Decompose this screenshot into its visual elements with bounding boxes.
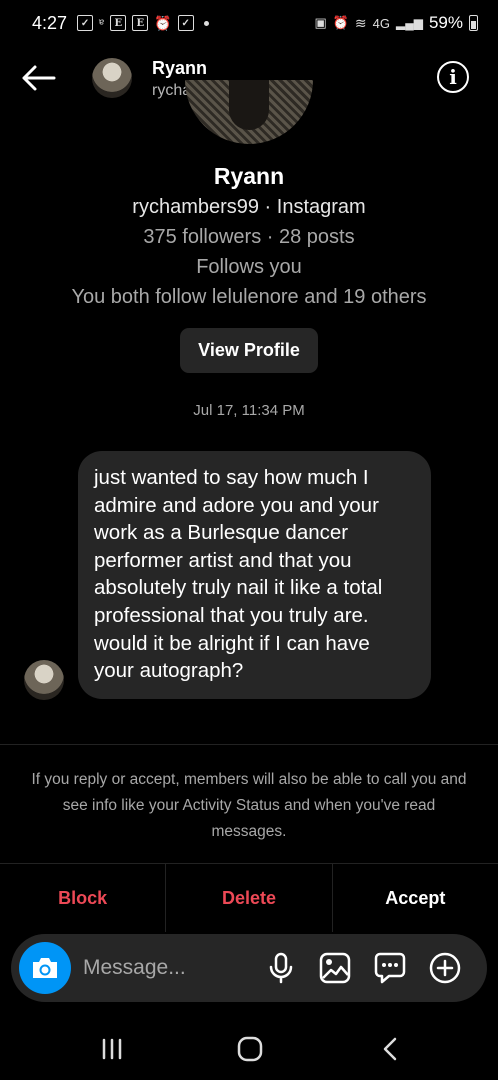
- block-button[interactable]: Block: [0, 864, 167, 932]
- status-right: ▣ ⏰ ≋ 4G ▂▄▆ 59%: [314, 13, 478, 33]
- message-composer: [11, 934, 487, 1002]
- status-bar: 4:27 ✓ ᵄ E E ⏰ ✓ ▣ ⏰ ≋ 4G ▂▄▆ 59%: [0, 0, 498, 46]
- sticker-chat-icon[interactable]: [372, 950, 408, 986]
- message-timestamp: Jul 17, 11:34 PM: [193, 402, 305, 419]
- system-nav-bar: [0, 1020, 498, 1080]
- profile-stats: 375 followers · 28 posts: [143, 226, 355, 248]
- gallery-icon[interactable]: [317, 950, 353, 986]
- battery-percent: 59%: [428, 13, 463, 32]
- profile-avatar: [185, 80, 313, 144]
- news-app-icon-2: E: [132, 15, 149, 31]
- alarm-icon: ⏰: [154, 14, 172, 31]
- request-actions: Block Delete Accept: [0, 864, 498, 932]
- message-input[interactable]: [83, 954, 253, 982]
- add-icon[interactable]: [427, 950, 463, 986]
- home-icon[interactable]: [230, 1034, 270, 1064]
- info-icon[interactable]: i: [437, 61, 469, 93]
- wifi-icon: ≋: [354, 14, 367, 31]
- battery-icon: [469, 15, 478, 31]
- status-time: 4:27: [32, 12, 68, 33]
- status-left: 4:27 ✓ ᵄ E E ⏰ ✓: [32, 13, 209, 34]
- back-nav-icon[interactable]: [370, 1034, 410, 1064]
- profile-mutual-follows: You both follow lelulenore and 19 others: [71, 286, 427, 308]
- header-avatar[interactable]: [92, 58, 132, 98]
- view-profile-button[interactable]: View Profile: [180, 328, 318, 373]
- message-notification-icon-2: ✓: [177, 15, 194, 31]
- more-notifications-dot: [203, 20, 209, 26]
- back-arrow-icon[interactable]: [20, 64, 56, 92]
- microphone-icon[interactable]: [263, 950, 299, 986]
- request-notice: If you reply or accept, members will als…: [31, 771, 467, 840]
- profile-handle: rychambers99 · Instagram: [132, 196, 366, 218]
- message-notification-icon: ✓: [77, 15, 94, 31]
- sender-avatar[interactable]: [24, 660, 64, 700]
- lock-icon: ▣: [314, 15, 327, 30]
- delete-button[interactable]: Delete: [166, 864, 333, 932]
- alarm-icon-right: ⏰: [332, 15, 349, 30]
- message-bubble[interactable]: just wanted to say how much I admire and…: [78, 451, 431, 699]
- signal-icon: ▂▄▆: [396, 16, 423, 30]
- profile-name: Ryann: [213, 163, 285, 189]
- recent-apps-icon[interactable]: [92, 1034, 132, 1064]
- news-app-icon: E: [110, 15, 127, 31]
- camera-icon[interactable]: [19, 942, 71, 994]
- wifi-call-icon: ᵄ: [99, 15, 105, 31]
- header-name[interactable]: Ryann: [152, 58, 207, 79]
- network-type: 4G: [372, 15, 390, 31]
- divider: [0, 744, 498, 745]
- accept-button[interactable]: Accept: [333, 864, 498, 932]
- profile-follows-you: Follows you: [196, 256, 302, 278]
